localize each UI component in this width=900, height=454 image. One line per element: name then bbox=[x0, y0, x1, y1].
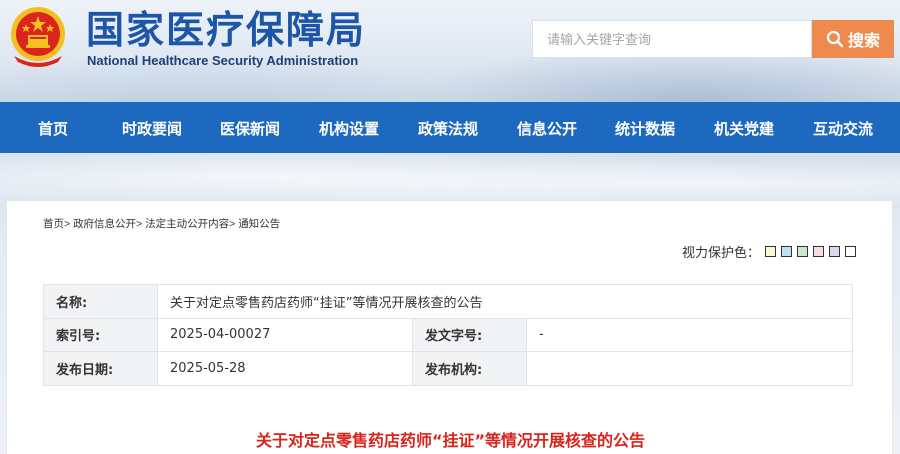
site-subtitle: National Healthcare Security Administrat… bbox=[87, 53, 359, 68]
nav-item-interaction[interactable]: 互动交流 bbox=[813, 118, 873, 139]
nav-item-statistics[interactable]: 统计数据 bbox=[615, 118, 675, 139]
index-value: 2025-04-00027 bbox=[157, 317, 413, 352]
table-row: 名称: 关于对定点零售药店药师“挂证”等情况开展核查的公告 bbox=[43, 284, 853, 319]
breadcrumb-item-disclosure[interactable]: 政府信息公开 bbox=[73, 218, 136, 230]
doc-no-label: 发文字号: bbox=[412, 317, 527, 352]
site-header: 国家医疗保障局 National Healthcare Security Adm… bbox=[0, 0, 900, 102]
swatch-purple[interactable] bbox=[829, 246, 840, 257]
breadcrumb: 首页> 政府信息公开> 法定主动公开内容> 通知公告 bbox=[43, 216, 280, 231]
breadcrumb-separator: > bbox=[229, 218, 236, 230]
date-label: 发布日期: bbox=[43, 351, 158, 386]
table-row: 发布日期: 2025-05-28 发布机构: bbox=[43, 351, 853, 386]
swatch-blue[interactable] bbox=[781, 246, 792, 257]
search-input[interactable] bbox=[532, 20, 812, 58]
main-nav: 首页 时政要闻 医保新闻 机构设置 政策法规 信息公开 统计数据 机关党建 互动… bbox=[0, 102, 900, 153]
org-value bbox=[526, 351, 853, 386]
site-title[interactable]: 国家医疗保障局 bbox=[86, 8, 366, 52]
search-button-label: 搜索 bbox=[847, 33, 880, 50]
nav-item-medicare-news[interactable]: 医保新闻 bbox=[220, 118, 280, 139]
nav-item-home[interactable]: 首页 bbox=[38, 118, 68, 139]
org-label: 发布机构: bbox=[412, 351, 527, 386]
national-emblem-icon[interactable] bbox=[6, 4, 70, 70]
nav-item-disclosure[interactable]: 信息公开 bbox=[517, 118, 577, 139]
date-value: 2025-05-28 bbox=[157, 351, 413, 386]
swatch-yellow[interactable] bbox=[765, 246, 776, 257]
name-value: 关于对定点零售药店药师“挂证”等情况开展核查的公告 bbox=[157, 284, 853, 319]
table-row: 索引号: 2025-04-00027 发文字号: - bbox=[43, 317, 853, 352]
breadcrumb-separator: > bbox=[64, 218, 71, 230]
search-button[interactable]: 搜索 bbox=[812, 20, 894, 58]
breadcrumb-item-home[interactable]: 首页 bbox=[43, 218, 64, 230]
swatch-pink[interactable] bbox=[813, 246, 824, 257]
content-card: 首页> 政府信息公开> 法定主动公开内容> 通知公告 视力保护色： 名称: 关于… bbox=[6, 200, 893, 454]
breadcrumb-separator: > bbox=[136, 218, 143, 230]
breadcrumb-item-notices[interactable]: 通知公告 bbox=[238, 218, 280, 230]
nav-item-policy[interactable]: 政策法规 bbox=[418, 118, 478, 139]
vision-protection: 视力保护色： bbox=[682, 242, 856, 261]
swatch-white[interactable] bbox=[845, 246, 856, 257]
nav-item-party[interactable]: 机关党建 bbox=[714, 118, 774, 139]
vision-protection-label: 视力保护色： bbox=[681, 246, 760, 261]
article-title: 关于对定点零售药店药师“挂证”等情况开展核查的公告 bbox=[255, 431, 646, 450]
doc-no-value: - bbox=[526, 317, 853, 352]
breadcrumb-item-active-content[interactable]: 法定主动公开内容 bbox=[145, 218, 229, 230]
search-icon bbox=[826, 30, 844, 48]
index-label: 索引号: bbox=[43, 317, 158, 352]
swatch-green[interactable] bbox=[797, 246, 808, 257]
document-meta-table: 名称: 关于对定点零售药店药师“挂证”等情况开展核查的公告 索引号: 2025-… bbox=[43, 284, 853, 386]
nav-item-news[interactable]: 时政要闻 bbox=[122, 118, 182, 139]
name-label: 名称: bbox=[43, 284, 158, 319]
nav-item-organization[interactable]: 机构设置 bbox=[319, 118, 379, 139]
